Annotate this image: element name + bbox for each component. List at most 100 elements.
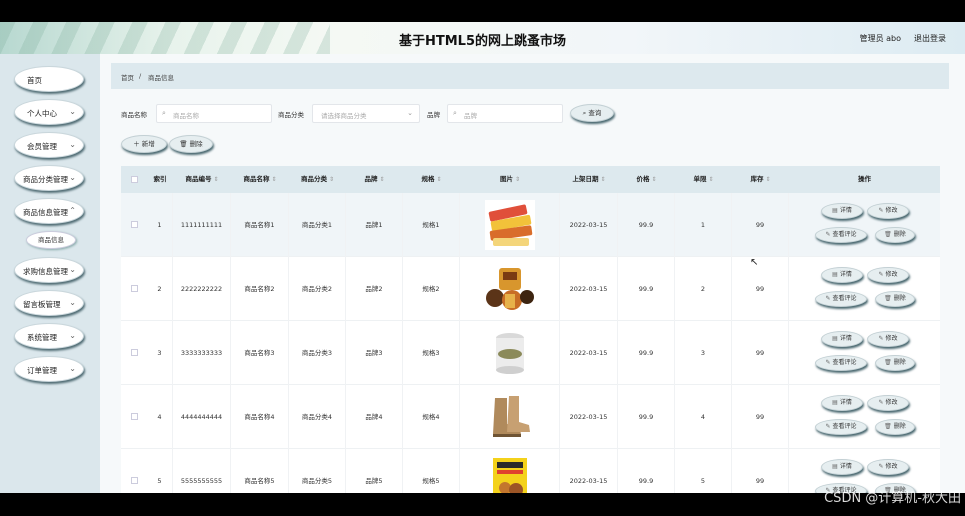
row-checkbox[interactable] [131, 349, 138, 356]
delete-button[interactable]: 🗑 删除 [875, 291, 915, 307]
sidebar-item-message-board[interactable]: 留言板管理 ⌄ [14, 290, 84, 316]
product-image [485, 200, 535, 250]
row-checkbox[interactable] [131, 285, 138, 292]
detail-button[interactable]: ▤ 详情 [821, 331, 863, 347]
cell-category: 商品分类1 [289, 193, 346, 257]
trash-icon: 🗑 [884, 231, 892, 238]
header-category-label: 商品分类 [300, 175, 327, 183]
sidebar-item-personal-center[interactable]: 个人中心 ⌄ [14, 99, 84, 125]
cell-spec: 规格4 [403, 385, 460, 449]
edit-button[interactable]: ✎ 修改 [867, 459, 909, 475]
header-spec[interactable]: 规格 ⇕ [403, 166, 460, 193]
view-reviews-button-label: 查看评论 [832, 231, 857, 238]
table-row[interactable]: 2 2222222222 商品名称2 商品分类2 品牌2 规格2 2022-03-15 99.… [121, 257, 940, 321]
header-image[interactable]: 图片 ⇕ [460, 166, 560, 193]
detail-button[interactable]: ▤ 详情 [821, 395, 863, 411]
product-name-input[interactable]: ⌕ 商品名称 [156, 104, 272, 123]
view-reviews-button[interactable]: ✎ 查看评论 [815, 291, 867, 307]
delete-button[interactable]: 🗑 删除 [875, 355, 915, 371]
table-row[interactable]: 5 5555555555 商品名称5 商品分类5 品牌5 规格5 2022-03-15 99.… [121, 449, 940, 493]
view-reviews-button[interactable]: ✎ 查看评论 [815, 419, 867, 435]
edit-button[interactable]: ✎ 修改 [867, 331, 909, 347]
detail-button[interactable]: ▤ 详情 [821, 203, 863, 219]
cell-spec: 规格5 [403, 449, 460, 493]
cell-name: 商品名称2 [231, 257, 289, 321]
document-icon: ▤ [832, 463, 838, 470]
cell-date: 2022-03-15 [560, 193, 618, 257]
trash-icon: 🗑 [179, 140, 188, 148]
sort-icon: ⇕ [708, 176, 714, 183]
app-frame: 基于HTML5的网上跳蚤市场 管理员 abo 退出登录 首页 个人中心 ⌄ 会员… [0, 22, 965, 493]
delete-button[interactable]: 🗑 删除 [875, 419, 915, 435]
product-image [485, 328, 535, 378]
batch-delete-button[interactable]: 🗑 删除 [169, 135, 213, 153]
edit-button[interactable]: ✎ 修改 [867, 203, 909, 219]
detail-button[interactable]: ▤ 详情 [821, 267, 863, 283]
breadcrumb-separator: / [139, 72, 142, 80]
logout-link[interactable]: 退出登录 [914, 33, 946, 44]
edit-button-label: 修改 [885, 335, 898, 342]
header-category[interactable]: 商品分类 ⇕ [289, 166, 346, 193]
header-index: 索引 [153, 175, 167, 183]
header: 基于HTML5的网上跳蚤市场 管理员 abo 退出登录 [0, 22, 965, 54]
view-reviews-button[interactable]: ✎ 查看评论 [815, 355, 867, 371]
pencil-icon: ✎ [878, 207, 884, 214]
cell-brand: 品牌1 [346, 193, 403, 257]
header-limit[interactable]: 单限 ⇕ [675, 166, 732, 193]
row-checkbox[interactable] [131, 477, 138, 484]
header-code[interactable]: 商品编号 ⇕ [173, 166, 231, 193]
breadcrumb-home[interactable]: 首页 [121, 72, 134, 82]
chevron-down-icon: ⌄ [69, 107, 76, 116]
sidebar-item-product-management[interactable]: 商品信息管理 ⌃ [14, 198, 84, 224]
query-button[interactable]: ⌕ 查询 [570, 104, 614, 122]
brand-input[interactable]: ⌕ 品牌 [447, 104, 563, 123]
delete-button[interactable]: 🗑 删除 [875, 227, 915, 243]
table-row[interactable]: 3 3333333333 商品名称3 商品分类3 品牌3 规格3 2022-03-15 99.… [121, 321, 940, 385]
sidebar-item-home[interactable]: 首页 [14, 66, 84, 92]
cell-stock: 99 [732, 449, 789, 493]
detail-button[interactable]: ▤ 详情 [821, 459, 863, 475]
sidebar-subitem-product-info[interactable]: 商品信息 [26, 231, 76, 249]
table-row[interactable]: 1 1111111111 商品名称1 商品分类1 品牌1 规格1 2022-03-15 99.… [121, 193, 940, 257]
detail-button-label: 详情 [839, 207, 852, 214]
sidebar-item-system-management[interactable]: 系统管理 ⌄ [14, 323, 84, 349]
sidebar-item-label: 商品信息管理 [23, 208, 68, 217]
document-icon: ▤ [832, 271, 838, 278]
cell-date: 2022-03-15 [560, 257, 618, 321]
cell-price: 99.9 [618, 385, 675, 449]
header-stock[interactable]: 库存 ⇕ [732, 166, 789, 193]
brand-label: 品牌 [427, 111, 440, 119]
header-name[interactable]: 商品名称 ⇕ [231, 166, 289, 193]
sidebar-item-member-management[interactable]: 会员管理 ⌄ [14, 132, 84, 158]
top-letterbox [0, 0, 965, 22]
header-brand[interactable]: 品牌 ⇕ [346, 166, 403, 193]
header-date[interactable]: 上架日期 ⇕ [560, 166, 618, 193]
search-icon: ⌕ [162, 109, 166, 117]
sidebar-item-label: 系统管理 [27, 333, 57, 342]
select-all-checkbox[interactable] [131, 176, 138, 183]
view-reviews-button-label: 查看评论 [832, 359, 857, 366]
sidebar: 首页 个人中心 ⌄ 会员管理 ⌄ 商品分类管理 ⌄ 商品信息管理 ⌃ 商品信息 … [0, 54, 100, 493]
cell-code: 2222222222 [173, 257, 231, 321]
sidebar-item-wanted-management[interactable]: 求购信息管理 ⌄ [14, 257, 84, 283]
table-row[interactable]: 4 4444444444 商品名称4 商品分类4 品牌4 规格4 2022-03-15 99.… [121, 385, 940, 449]
sidebar-item-label: 订单管理 [27, 366, 57, 375]
sidebar-item-category-management[interactable]: 商品分类管理 ⌄ [14, 165, 84, 191]
add-button[interactable]: ＋ 新增 [121, 135, 167, 153]
header-limit-label: 单限 [693, 175, 707, 183]
header-price[interactable]: 价格 ⇕ [618, 166, 675, 193]
category-select[interactable]: 请选择商品分类 ⌄ [312, 104, 420, 123]
delete-button-label: 删除 [893, 423, 906, 430]
product-image [485, 456, 535, 493]
product-image [485, 264, 535, 314]
cell-index: 2 [147, 257, 173, 321]
row-checkbox[interactable] [131, 221, 138, 228]
cell-spec: 规格3 [403, 321, 460, 385]
edit-button[interactable]: ✎ 修改 [867, 395, 909, 411]
sidebar-item-order-management[interactable]: 订单管理 ⌄ [14, 356, 84, 382]
view-reviews-button[interactable]: ✎ 查看评论 [815, 227, 867, 243]
cell-price: 99.9 [618, 257, 675, 321]
cell-stock: 99 [732, 193, 789, 257]
edit-button[interactable]: ✎ 修改 [867, 267, 909, 283]
row-checkbox[interactable] [131, 413, 138, 420]
